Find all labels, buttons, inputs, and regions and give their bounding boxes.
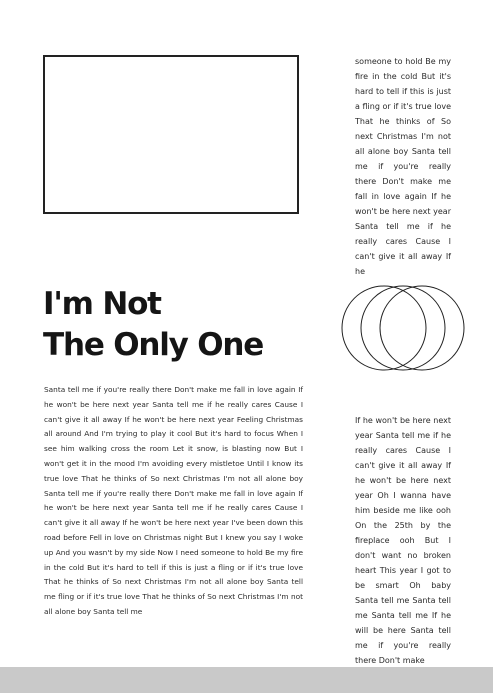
overlapping-circles-icon — [341, 285, 465, 371]
sidebar-top-lyrics: someone to hold Be my fire in the cold B… — [355, 57, 451, 276]
poster-page: someone to hold Be my fire in the cold B… — [0, 0, 493, 693]
circle-middle — [360, 285, 446, 371]
footer-bar — [0, 667, 493, 693]
title-line-2: The Only One — [43, 327, 264, 363]
page-title: I'm Not The Only One — [43, 284, 333, 366]
title-line-1: I'm Not — [43, 286, 162, 322]
image-placeholder-frame — [43, 55, 299, 214]
main-lyrics-body: Santa tell me if you're really there Don… — [44, 385, 303, 616]
sidebar-bottom-lyrics: If he won't be here next year Santa tell… — [355, 416, 451, 665]
circle-left — [341, 285, 427, 371]
circle-right — [379, 285, 465, 371]
